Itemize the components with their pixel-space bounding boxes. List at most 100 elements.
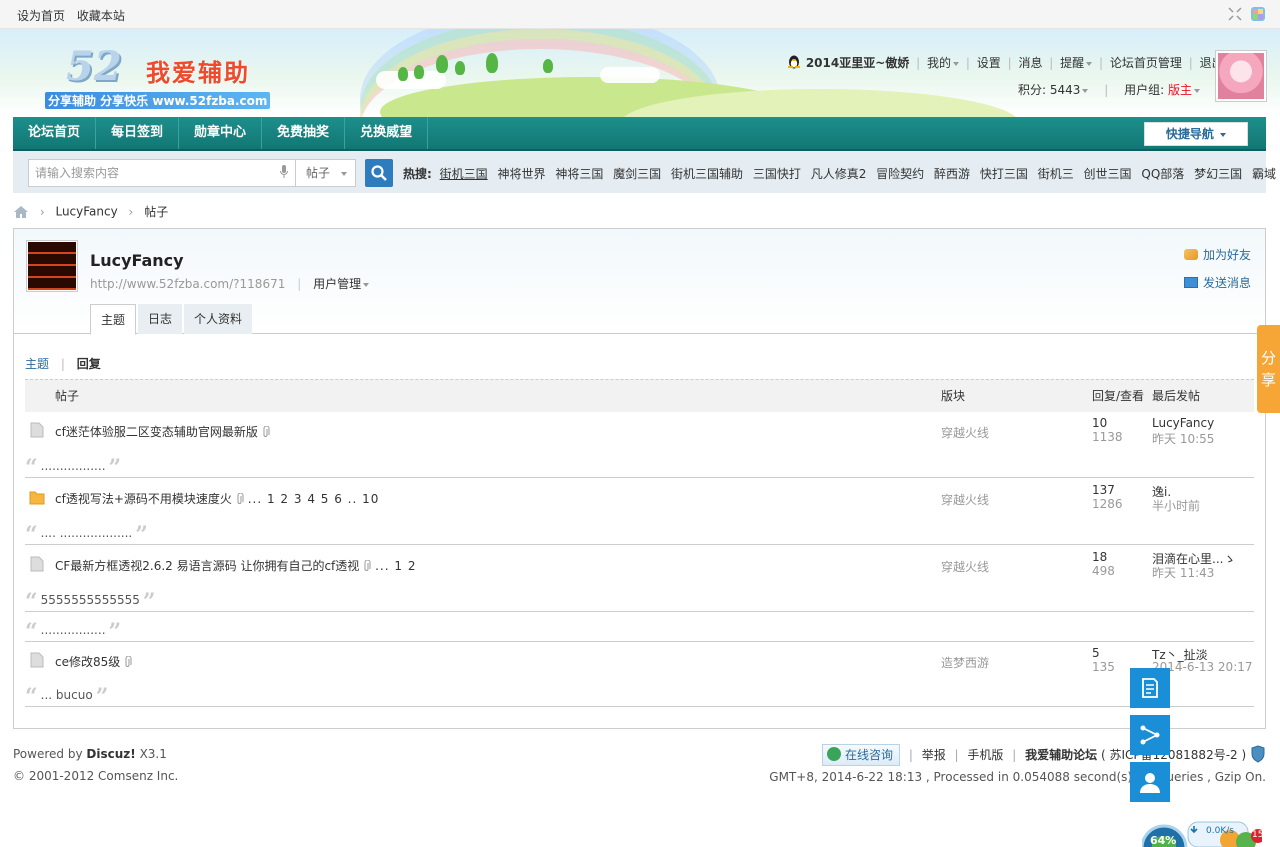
thread-forum[interactable]: 穿越火线 [941,491,989,508]
report-link[interactable]: 举报 [922,748,946,762]
float-user-button[interactable] [1130,762,1170,802]
hot-keyword[interactable]: QQ部落 [1141,167,1184,181]
hot-keyword[interactable]: 三国快打 [753,167,801,181]
logo-title[interactable]: 我爱辅助 [146,53,250,88]
thread-views: 1286 [1092,497,1123,511]
user-nav: 2014亚里亚~傲娇 | 我的 | 设置 | 消息 | 提醒 | 论坛首页管理 … [786,54,1224,71]
avatar[interactable] [1215,50,1267,102]
reply-quote: “... bucuo” [25,684,1254,710]
profile-avatar[interactable] [26,240,78,292]
subtab-replies[interactable]: 回复 [77,357,101,371]
share-side-button[interactable]: 分享 [1257,325,1280,413]
user-manage-menu[interactable]: 用户管理 [313,277,361,291]
hot-keyword[interactable]: 街机三 [1038,167,1074,181]
nav-exchange[interactable]: 兑换威望 [345,117,429,149]
nav-forum-home[interactable]: 论坛首页 [13,117,97,149]
theme-icon[interactable] [1250,6,1266,22]
last-post-time[interactable]: 半小时前 [1152,497,1200,514]
last-poster[interactable]: LucyFancy [1152,416,1214,430]
user-group-label: 用户组: [1124,83,1165,97]
thread-forum[interactable]: 穿越火线 [941,558,989,575]
quote-text[interactable]: .... ................... [41,526,133,540]
hot-keyword[interactable]: 梦幻三国 [1194,167,1242,181]
online-consult-button[interactable]: 在线咨询 [821,744,900,766]
thread-title: cf透视写法+源码不用模块速度火 [55,492,232,506]
last-post-time[interactable]: 昨天 10:55 [1152,430,1214,447]
subtab-threads[interactable]: 主题 [25,357,49,371]
discuz-link[interactable]: Discuz! [86,747,135,761]
send-message-button[interactable]: 发送消息 [1183,274,1251,291]
hot-thread-folder-icon [29,491,45,505]
last-post-time[interactable]: 昨天 11:43 [1152,564,1214,581]
home-icon[interactable] [13,205,29,219]
fullscreen-icon[interactable] [1227,6,1243,22]
search-icon [371,165,387,181]
nav-daily-checkin[interactable]: 每日签到 [96,117,180,149]
hot-keyword[interactable]: 凡人修真2 [811,167,867,181]
share-icon [1140,725,1160,745]
quote-text[interactable]: 5555555555555 [41,593,140,607]
site-name-link[interactable]: 我爱辅助论坛 [1025,748,1097,762]
username[interactable]: 2014亚里亚~傲娇 [806,56,909,70]
profile-url[interactable]: http://www.52fzba.com/?118671 [90,277,285,291]
hot-keyword[interactable]: 街机三国辅助 [671,167,743,181]
tree-decoration [543,59,553,73]
menu-messages[interactable]: 消息 [1018,56,1042,70]
thread-forum[interactable]: 穿越火线 [941,424,989,441]
search-button[interactable] [365,159,393,187]
mobile-link[interactable]: 手机版 [967,748,1003,762]
thread-pages[interactable]: ... 1 2 [375,559,416,573]
thread-title-link[interactable]: CF最新方框透视2.6.2 易语言源码 让你拥有自己的cf透视 ... 1 2 [55,557,416,574]
breadcrumb-user[interactable]: LucyFancy [55,205,117,219]
menu-my[interactable]: 我的 [927,56,951,70]
thread-title: CF最新方框透视2.6.2 易语言源码 让你拥有自己的cf透视 [55,559,360,573]
hot-keyword[interactable]: 冒险契约 [876,167,924,181]
quote-text[interactable]: ... bucuo [41,688,93,702]
tab-threads[interactable]: 主题 [90,304,137,335]
search-input[interactable]: 请输入搜索内容 [28,159,296,187]
menu-reminders[interactable]: 提醒 [1060,56,1084,70]
menu-settings[interactable]: 设置 [977,56,1001,70]
set-home-link[interactable]: 设为首页 [17,9,65,23]
thread-views: 1138 [1092,430,1123,444]
tab-blog[interactable]: 日志 [138,304,183,334]
quote-text[interactable]: ................. [41,623,106,637]
thread-title-link[interactable]: ce修改85级 [55,653,132,670]
menu-forum-admin[interactable]: 论坛首页管理 [1110,56,1182,70]
logo-number[interactable]: 52 [66,43,122,90]
shield-icon[interactable] [1250,745,1266,763]
hot-keyword[interactable]: 创世三国 [1084,167,1132,181]
float-post-button[interactable] [1130,668,1170,708]
thread-folder-icon [30,652,44,668]
search-type-select[interactable]: 帖子 [296,159,356,187]
thread-forum[interactable]: 造梦西游 [941,654,989,671]
reply-quote: “5555555555555” [25,589,1254,615]
hot-keyword[interactable]: 快打三国 [980,167,1028,181]
nav-medal-center[interactable]: 勋章中心 [179,117,263,149]
user-points[interactable]: 积分: 5443 [1018,83,1080,97]
speed-widget[interactable]: 64% 0.0K/s 15 [1140,810,1265,847]
tree-decoration [486,53,498,73]
quote-text[interactable]: ................. [41,459,106,473]
icp-link[interactable]: ( 苏ICP备12081882号-2 ) [1101,748,1246,762]
quick-nav-button[interactable]: 快捷导航 [1144,122,1248,146]
hot-keyword[interactable]: 街机三国 [440,167,488,181]
thread-pages[interactable]: ... 1 2 3 4 5 6 .. 10 [248,492,380,506]
bookmark-link[interactable]: 收藏本站 [77,9,125,23]
hot-keyword[interactable]: 醉西游 [934,167,970,181]
microphone-icon[interactable] [280,165,288,179]
user-group-value[interactable]: 版主 [1168,83,1192,97]
table-header: 帖子 版块 回复/查看 最后发帖 [25,379,1254,412]
thread-title-link[interactable]: cf迷茫体验服二区变态辅助官网最新版 [55,423,270,440]
hot-keyword[interactable]: 霸域 [1252,167,1276,181]
float-share-button[interactable] [1130,715,1170,755]
chevron-down-icon [1082,88,1089,93]
hot-keyword[interactable]: 神将三国 [555,167,603,181]
thread-title-link[interactable]: cf透视写法+源码不用模块速度火 ... 1 2 3 4 5 6 .. 10 [55,490,379,507]
hot-keyword[interactable]: 神将世界 [497,167,545,181]
nav-free-lottery[interactable]: 免费抽奖 [262,117,346,149]
hot-keyword[interactable]: 魔剑三国 [613,167,661,181]
thread-title: cf迷茫体验服二区变态辅助官网最新版 [55,425,258,439]
add-friend-button[interactable]: 加为好友 [1183,246,1251,263]
tab-profile[interactable]: 个人资料 [184,304,253,334]
